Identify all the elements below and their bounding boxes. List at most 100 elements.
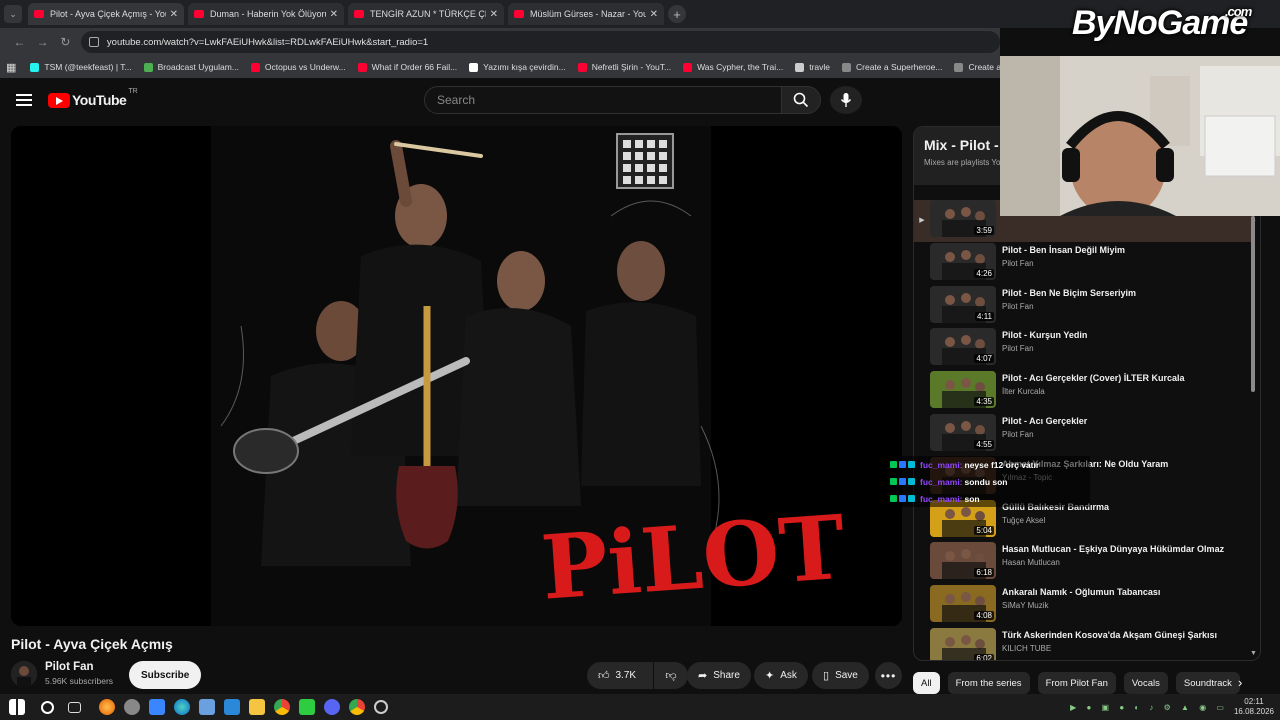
badge-icon bbox=[899, 495, 906, 502]
playlist-item[interactable]: 4:08 Ankaralı Namık - Oğlumun Tabancası Si… bbox=[914, 585, 1254, 627]
bookmark-item[interactable]: Create a Star Wars C... bbox=[954, 62, 1000, 72]
task-view-icon[interactable] bbox=[68, 701, 81, 713]
app-icon-4[interactable] bbox=[324, 699, 340, 715]
reload-icon[interactable]: ↻ bbox=[54, 35, 77, 49]
url-field[interactable]: youtube.com/watch?v=LwkFAEiUHwk&list=RDL… bbox=[80, 31, 1000, 53]
like-button[interactable]: 👍︎ 3.7K bbox=[587, 662, 653, 689]
channel-name[interactable]: Pilot Fan bbox=[45, 661, 94, 673]
chat-message: fuc_mami: sondu son bbox=[890, 473, 1090, 490]
bookmark-item[interactable]: Was Cypher, the Trai... bbox=[683, 62, 783, 72]
scroll-down-icon[interactable]: ▼ bbox=[1250, 650, 1257, 657]
filter-chip[interactable]: All bbox=[913, 672, 940, 694]
filter-chip[interactable]: Soundtrack bbox=[1175, 672, 1240, 694]
close-tab-icon[interactable]: ✕ bbox=[650, 9, 658, 20]
menu-icon[interactable] bbox=[16, 94, 32, 106]
store-icon[interactable] bbox=[149, 699, 165, 715]
pilot-logo-text: PiLOT bbox=[538, 495, 848, 620]
playlist-duration: 4:55 bbox=[974, 440, 994, 449]
new-tab-button[interactable]: + bbox=[668, 5, 686, 23]
more-actions-button[interactable]: ••• bbox=[875, 662, 902, 689]
filter-chip[interactable]: From the series bbox=[947, 672, 1030, 694]
more-icon: ••• bbox=[880, 668, 897, 683]
mix-title[interactable]: Mix - Pilot - A bbox=[924, 137, 1012, 153]
bookmark-icon: ▯ bbox=[823, 670, 830, 682]
country-code: TR bbox=[128, 88, 138, 95]
chat-message: fuc_mami: neyse f12 orç vatır bbox=[890, 456, 1090, 473]
video-player[interactable]: PiLOT bbox=[11, 126, 902, 626]
playlist-scrollbar[interactable] bbox=[1251, 216, 1255, 392]
bookmark-item[interactable]: Create a Superheroe... bbox=[842, 62, 942, 72]
close-tab-icon[interactable]: ✕ bbox=[170, 9, 178, 20]
clock[interactable]: 02:11 16.08.2026 bbox=[1234, 697, 1274, 717]
search-taskbar-icon[interactable] bbox=[41, 700, 54, 714]
playlist-item-channel: Pilot Fan bbox=[1002, 344, 1034, 354]
youtube-logo[interactable]: YouTube TR bbox=[48, 88, 138, 108]
bookmark-item[interactable]: Broadcast Uygulam... bbox=[143, 62, 239, 72]
app-icon-2[interactable] bbox=[199, 699, 215, 715]
playlist-item[interactable]: 4:07 Pilot - Kurşun Yedin Pilot Fan bbox=[914, 328, 1254, 370]
playlist-item[interactable]: 6:02 Türk Askerinden Kosova'da Akşam Güne… bbox=[914, 628, 1254, 661]
playlist-item[interactable]: 4:35 Pilot - Acı Gerçekler (Cover) İLTER … bbox=[914, 371, 1254, 413]
browser-tab[interactable]: TENGİR AZUN * TÜRKÇE ÇEVİRİ ✕ bbox=[348, 3, 504, 25]
bookmark-item[interactable]: TSM (@teekfeast) | T... bbox=[30, 62, 132, 72]
chrome-icon-2[interactable] bbox=[349, 699, 365, 715]
youtube-favicon-icon bbox=[354, 10, 364, 18]
tab-search-button[interactable]: ⌄ bbox=[4, 5, 22, 23]
subscriber-count: 5.96K subscribers bbox=[45, 676, 114, 686]
like-count: 3.7K bbox=[615, 670, 637, 681]
chrome-icon[interactable] bbox=[274, 699, 290, 715]
bookmark-item[interactable]: Nefretli Şirin - YouT... bbox=[577, 62, 671, 72]
playlist-item[interactable]: 4:11 Pilot - Ben Ne Biçim Serseriyim Pilot… bbox=[914, 285, 1254, 328]
mail-icon[interactable] bbox=[224, 699, 240, 715]
filter-chip[interactable]: Vocals bbox=[1123, 672, 1168, 694]
bookmark-label: TSM (@teekfeast) | T... bbox=[44, 62, 132, 72]
channel-avatar[interactable] bbox=[11, 661, 37, 687]
back-icon[interactable]: ← bbox=[8, 35, 31, 49]
tray-icons[interactable]: ▶ ● ▣ ● ◐ ♪ ⚙ ▲ ◉ ▭ bbox=[1070, 703, 1228, 712]
browser-tab[interactable]: Pilot - Ayva Çiçek Açmış - YouTube ✕ bbox=[28, 3, 184, 25]
bookmark-item[interactable]: Yazımı kışa çevirdin... bbox=[469, 62, 566, 72]
playlist-duration: 6:02 bbox=[974, 654, 994, 661]
bookmark-favicon-icon bbox=[577, 62, 587, 72]
playlist-thumbnail: 4:07 bbox=[930, 328, 996, 366]
app-icon-3[interactable] bbox=[299, 699, 315, 715]
bookmark-favicon-icon bbox=[469, 62, 479, 72]
bookmark-item[interactable]: travle bbox=[795, 62, 830, 72]
windows-start-icon[interactable] bbox=[9, 699, 25, 715]
edge-icon[interactable] bbox=[174, 699, 190, 715]
site-info-icon[interactable] bbox=[88, 37, 99, 47]
forward-icon[interactable]: → bbox=[31, 35, 54, 49]
apps-icon[interactable]: ▦ bbox=[6, 61, 16, 74]
playlist-item[interactable]: 4:26 Pilot - Ben İnsan Değil Miyim Pilot F… bbox=[914, 242, 1254, 285]
playlist-item[interactable]: 6:18 Hasan Mutlucan - Eşkiya Dünyaya Hükü… bbox=[914, 542, 1254, 584]
thumbs-up-icon: 👍︎ bbox=[598, 670, 610, 682]
firefox-icon[interactable] bbox=[99, 699, 115, 715]
save-button[interactable]: ▯ Save bbox=[812, 662, 869, 689]
close-tab-icon[interactable]: ✕ bbox=[330, 9, 338, 20]
browser-tab[interactable]: Duman - Haberin Yok Ölüyorum ✕ bbox=[188, 3, 344, 25]
subscribe-button[interactable]: Subscribe bbox=[129, 661, 202, 689]
filter-chip[interactable]: From Pilot Fan bbox=[1037, 672, 1116, 694]
search-button[interactable] bbox=[781, 86, 821, 114]
bookmark-item[interactable]: What if Order 66 Fail... bbox=[357, 62, 457, 72]
playlist-item[interactable]: 4:55 Pilot - Acı Gerçekler Pilot Fan bbox=[914, 414, 1254, 456]
dislike-button[interactable]: 👎︎ bbox=[654, 662, 688, 689]
chat-message: fuc_mami: son bbox=[890, 490, 1090, 507]
share-button[interactable]: ➦ Share bbox=[687, 662, 751, 689]
app-icon-1[interactable] bbox=[124, 699, 140, 715]
voice-search-button[interactable] bbox=[830, 86, 862, 114]
file-explorer-icon[interactable] bbox=[249, 699, 265, 715]
ask-button[interactable]: ✦ Ask bbox=[754, 662, 808, 689]
bookmark-item[interactable]: Octopus vs Underw... bbox=[250, 62, 346, 72]
badge-icon bbox=[890, 495, 897, 502]
search-input[interactable]: Search bbox=[424, 86, 782, 114]
bookmark-favicon-icon bbox=[250, 62, 260, 72]
app-icon-5[interactable] bbox=[374, 700, 388, 714]
browser-tab[interactable]: Müslüm Gürses - Nazar - YouTube ✕ bbox=[508, 3, 664, 25]
chevron-right-icon[interactable]: › bbox=[1238, 675, 1242, 690]
playlist-item-title: Pilot - Acı Gerçekler (Cover) İLTER Kurc… bbox=[1002, 373, 1185, 384]
bookmark-label: Broadcast Uygulam... bbox=[157, 62, 239, 72]
playlist-item-channel: İlter Kurcala bbox=[1002, 387, 1045, 397]
sparkle-icon: ✦ bbox=[765, 670, 775, 682]
close-tab-icon[interactable]: ✕ bbox=[490, 9, 498, 20]
